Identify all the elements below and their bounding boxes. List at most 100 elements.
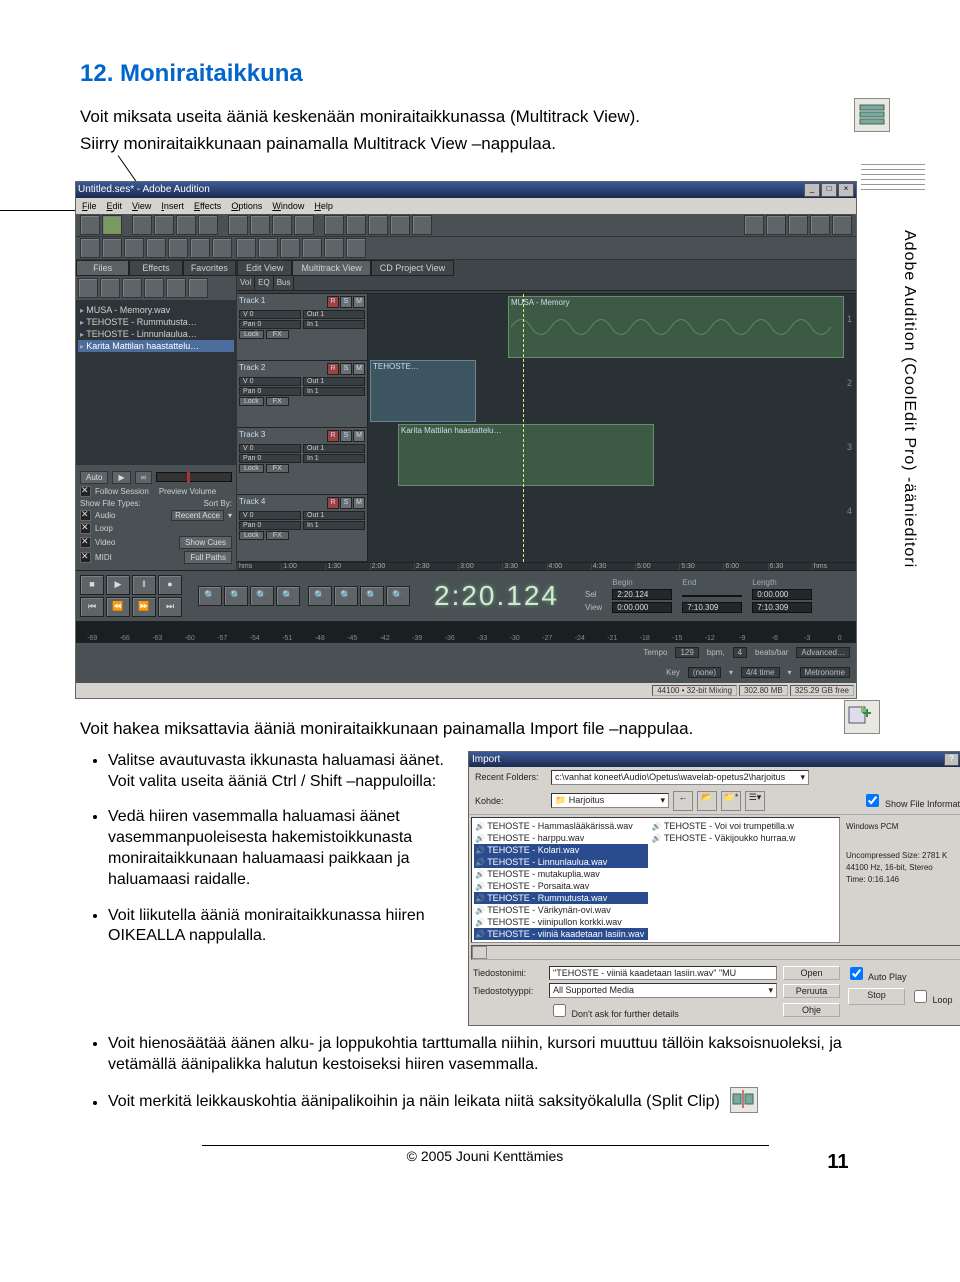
audio-checkbox[interactable] [80, 510, 91, 521]
follow-checkbox[interactable] [80, 486, 91, 497]
vol-tab[interactable]: Vol [237, 276, 255, 290]
zoom-v-icon[interactable]: 🔍 [360, 586, 384, 606]
full-paths-button[interactable]: Full Paths [184, 551, 232, 564]
advanced-button[interactable]: Advanced… [796, 647, 850, 658]
tool-fx-icon[interactable] [788, 215, 808, 235]
play-button[interactable]: ▶ [106, 575, 130, 595]
stop-button[interactable]: ■ [80, 575, 104, 595]
list-item[interactable]: MUSA - Memory.wav [78, 304, 234, 316]
metronome-button[interactable]: Metronome [800, 667, 850, 678]
show-info-checkbox[interactable] [866, 794, 879, 807]
tool-btn[interactable] [272, 215, 292, 235]
beats-field[interactable]: 4 [733, 647, 747, 658]
tool-btn[interactable] [144, 278, 164, 298]
menu-view[interactable]: View [132, 201, 151, 211]
play-icon[interactable]: ▶ [112, 471, 130, 484]
tool-btn[interactable] [250, 215, 270, 235]
maximize-button[interactable]: □ [821, 183, 837, 197]
tool-btn[interactable] [212, 238, 232, 258]
tool-wet-icon[interactable] [766, 215, 786, 235]
filetype-dropdown[interactable]: All Supported Media ▾ [549, 983, 777, 998]
auto-button[interactable]: Auto [80, 471, 108, 484]
zoom-v-icon[interactable]: 🔍 [308, 586, 332, 606]
tab-favorites[interactable]: Favorites [183, 260, 236, 276]
menubar[interactable]: File Edit View Insert Effects Options Wi… [76, 198, 856, 214]
bus-tab[interactable]: Bus [274, 276, 295, 290]
tool-btn[interactable] [258, 238, 278, 258]
mute-button[interactable]: M [353, 296, 365, 308]
tool-btn[interactable] [124, 238, 144, 258]
tool-btn[interactable] [176, 215, 196, 235]
midi-checkbox[interactable] [80, 552, 91, 563]
tool-btn[interactable] [294, 215, 314, 235]
video-checkbox[interactable] [80, 537, 91, 548]
tool-btn[interactable] [102, 238, 122, 258]
close-button[interactable]: × [838, 183, 854, 197]
zoom-full-icon[interactable]: 🔍 [250, 586, 274, 606]
kohde-dropdown[interactable]: 📁 Harjoitus▾ [551, 793, 669, 808]
tool-btn[interactable] [236, 238, 256, 258]
stop-preview-button[interactable]: Stop [848, 988, 905, 1005]
list-item[interactable]: TEHOSTE - Hammaslääkärissä.wav [474, 820, 648, 832]
tool-multitrack-icon[interactable] [102, 215, 122, 235]
pause-button[interactable]: ‖ [132, 575, 156, 595]
list-item[interactable]: TEHOSTE - Porsaita.wav [474, 880, 648, 892]
list-item[interactable]: TEHOSTE - Rummutusta… [78, 316, 234, 328]
view-menu-icon[interactable]: ☰▾ [745, 791, 765, 811]
tool-btn[interactable] [188, 278, 208, 298]
filename-field[interactable]: "TEHOSTE - viiniä kaadetaan lasiin.wav" … [549, 966, 777, 980]
record-button[interactable]: ● [158, 575, 182, 595]
goto-start-button[interactable]: ⏮ [80, 597, 104, 617]
tool-btn[interactable] [132, 215, 152, 235]
back-icon[interactable]: ← [673, 791, 693, 811]
menu-edit[interactable]: Edit [107, 201, 123, 211]
menu-file[interactable]: File [82, 201, 97, 211]
up-icon[interactable]: 📂 [697, 791, 717, 811]
goto-end-button[interactable]: ⏭ [158, 597, 182, 617]
tool-btn[interactable] [190, 238, 210, 258]
solo-button[interactable]: S [340, 296, 352, 308]
tool-bpm-icon[interactable] [810, 215, 830, 235]
forward-button[interactable]: ⏩ [132, 597, 156, 617]
tab-files[interactable]: Files [76, 260, 129, 276]
show-cues-button[interactable]: Show Cues [179, 536, 232, 549]
list-item[interactable]: TEHOSTE - viinipullon korkki.wav [474, 916, 648, 928]
zoom-out-icon[interactable]: 🔍 [224, 586, 248, 606]
import-file-button[interactable] [78, 278, 98, 298]
minimize-button[interactable]: _ [804, 183, 820, 197]
list-item[interactable]: TEHOSTE - Värikynän-ovi.wav [474, 904, 648, 916]
menu-effects[interactable]: Effects [194, 201, 221, 211]
menu-window[interactable]: Window [272, 201, 304, 211]
open-button[interactable]: Open [783, 966, 840, 980]
tool-btn[interactable] [280, 238, 300, 258]
tool-btn[interactable] [80, 238, 100, 258]
lock-button[interactable]: Lock [239, 330, 264, 339]
menu-insert[interactable]: Insert [161, 201, 184, 211]
tool-btn[interactable] [146, 238, 166, 258]
tool-btn[interactable] [166, 278, 186, 298]
tab-effects[interactable]: Effects [129, 260, 182, 276]
tool-btn[interactable] [302, 238, 322, 258]
tab-multitrack-view[interactable]: Multitrack View [292, 260, 370, 276]
dont-ask-checkbox[interactable] [553, 1004, 566, 1017]
tool-btn[interactable] [346, 238, 366, 258]
loop-checkbox[interactable] [80, 523, 91, 534]
list-item[interactable]: TEHOSTE - Voi voi trumpetilla.w [651, 820, 825, 832]
list-item[interactable]: TEHOSTE - Linnunlaulua.wav [474, 856, 648, 868]
list-item[interactable]: TEHOSTE - mutakuplia.wav [474, 868, 648, 880]
zoom-v-icon[interactable]: 🔍 [334, 586, 358, 606]
timesig-dropdown[interactable]: 4/4 time [741, 667, 779, 678]
list-item[interactable]: TEHOSTE - viiniä kaadetaan lasiin.wav [474, 928, 648, 940]
tool-btn[interactable] [368, 215, 388, 235]
list-item[interactable]: TEHOSTE - Rummutusta.wav [474, 892, 648, 904]
tool-btn[interactable] [324, 238, 344, 258]
cancel-button[interactable]: Peruuta [783, 984, 840, 998]
tab-edit-view[interactable]: Edit View [237, 260, 292, 276]
zoom-v-icon[interactable]: 🔍 [386, 586, 410, 606]
multitrack-canvas[interactable]: MUSA - Memory TEHOSTE… Karita Mattilan h… [368, 294, 856, 562]
tempo-field[interactable]: 129 [675, 647, 698, 658]
sort-dropdown[interactable]: Recent Acce [171, 510, 224, 521]
file-list[interactable]: MUSA - Memory.wav TEHOSTE - Rummutusta… … [76, 300, 236, 465]
new-folder-icon[interactable]: 📁* [721, 791, 741, 811]
tool-l-icon[interactable] [744, 215, 764, 235]
